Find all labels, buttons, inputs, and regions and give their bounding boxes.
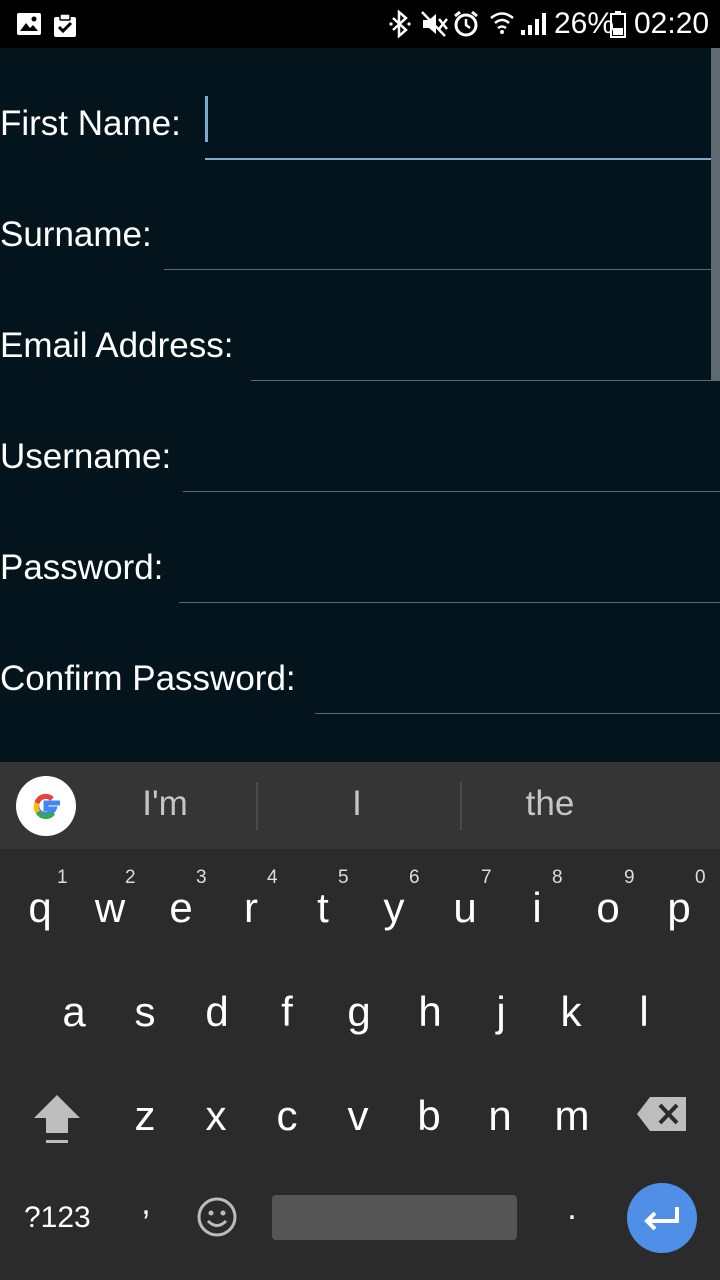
- key-e[interactable]: e: [151, 884, 211, 932]
- key-x[interactable]: x: [186, 1092, 246, 1140]
- clock: 02:20: [634, 7, 710, 40]
- confirm-password-row: Confirm Password:: [0, 603, 720, 714]
- emoji-icon[interactable]: [196, 1196, 238, 1238]
- key-comma[interactable]: ,: [116, 1184, 176, 1223]
- registration-form: First Name: Surname: Email Address: User…: [0, 48, 720, 762]
- google-g-icon: [33, 793, 60, 820]
- username-label: Username:: [0, 437, 172, 476]
- key-v[interactable]: v: [328, 1092, 388, 1140]
- enter-icon: [644, 1207, 679, 1231]
- key-g[interactable]: g: [329, 988, 389, 1036]
- key-c[interactable]: c: [257, 1092, 317, 1140]
- gallery-icon: [17, 13, 41, 35]
- suggestion-2[interactable]: I: [302, 784, 412, 824]
- keyboard: 1 q 2 w 3 e 4 r 5 t 6 y 7 u 8 i 9 o 0 p …: [0, 849, 720, 1280]
- key-b[interactable]: b: [399, 1092, 459, 1140]
- google-button[interactable]: [16, 776, 76, 836]
- username-row: Username:: [0, 381, 720, 492]
- key-y[interactable]: y: [364, 884, 424, 932]
- email-label: Email Address:: [0, 326, 234, 365]
- key-a[interactable]: a: [44, 988, 104, 1036]
- email-input[interactable]: [251, 330, 720, 381]
- key-s[interactable]: s: [115, 988, 175, 1036]
- space-bar[interactable]: [272, 1195, 517, 1240]
- key-h[interactable]: h: [400, 988, 460, 1036]
- key-period[interactable]: .: [542, 1189, 602, 1228]
- divider: [460, 782, 462, 830]
- username-input[interactable]: [183, 441, 720, 492]
- surname-row: Surname:: [0, 159, 720, 270]
- backspace-icon[interactable]: [636, 1095, 688, 1133]
- alarm-icon: [454, 10, 478, 37]
- enter-button[interactable]: [627, 1183, 697, 1253]
- key-u[interactable]: u: [435, 884, 495, 932]
- key-d[interactable]: d: [187, 988, 247, 1036]
- key-m[interactable]: m: [542, 1092, 602, 1140]
- email-row: Email Address:: [0, 270, 720, 381]
- text-cursor: [205, 96, 208, 142]
- key-j[interactable]: j: [471, 988, 531, 1036]
- shift-icon[interactable]: [32, 1093, 82, 1145]
- key-o[interactable]: o: [578, 884, 638, 932]
- suggestion-3[interactable]: the: [495, 784, 605, 824]
- key-l[interactable]: l: [614, 988, 674, 1036]
- key-z[interactable]: z: [115, 1092, 175, 1140]
- first-name-input[interactable]: [205, 108, 720, 160]
- confirm-password-input[interactable]: [315, 663, 720, 714]
- key-q[interactable]: q: [10, 884, 70, 932]
- key-p[interactable]: p: [649, 884, 709, 932]
- battery-icon: [610, 11, 626, 38]
- bluetooth-icon: [389, 10, 411, 38]
- key-w[interactable]: w: [80, 884, 140, 932]
- password-label: Password:: [0, 548, 164, 587]
- first-name-label: First Name:: [0, 104, 181, 143]
- first-name-row: First Name:: [0, 48, 720, 160]
- signal-icon: [521, 13, 546, 35]
- password-input[interactable]: [179, 552, 720, 603]
- key-i[interactable]: i: [507, 884, 567, 932]
- wifi-icon: [490, 12, 514, 34]
- confirm-password-label: Confirm Password:: [0, 659, 296, 698]
- key-f[interactable]: f: [257, 988, 317, 1036]
- password-row: Password:: [0, 492, 720, 603]
- symbols-key[interactable]: ?123: [24, 1201, 91, 1235]
- surname-input[interactable]: [164, 219, 720, 270]
- status-bar: 26% 02:20: [0, 0, 720, 48]
- scrollbar[interactable]: [711, 48, 720, 381]
- clipboard-check-icon: [54, 13, 76, 37]
- key-r[interactable]: r: [221, 884, 281, 932]
- key-n[interactable]: n: [470, 1092, 530, 1140]
- divider: [256, 782, 258, 830]
- mute-icon: [421, 11, 448, 37]
- battery-percent: 26%: [554, 7, 615, 40]
- suggestion-1[interactable]: I'm: [110, 784, 220, 824]
- key-k[interactable]: k: [541, 988, 601, 1036]
- suggestion-strip: I'm I the: [0, 762, 720, 849]
- surname-label: Surname:: [0, 215, 152, 254]
- key-t[interactable]: t: [293, 884, 353, 932]
